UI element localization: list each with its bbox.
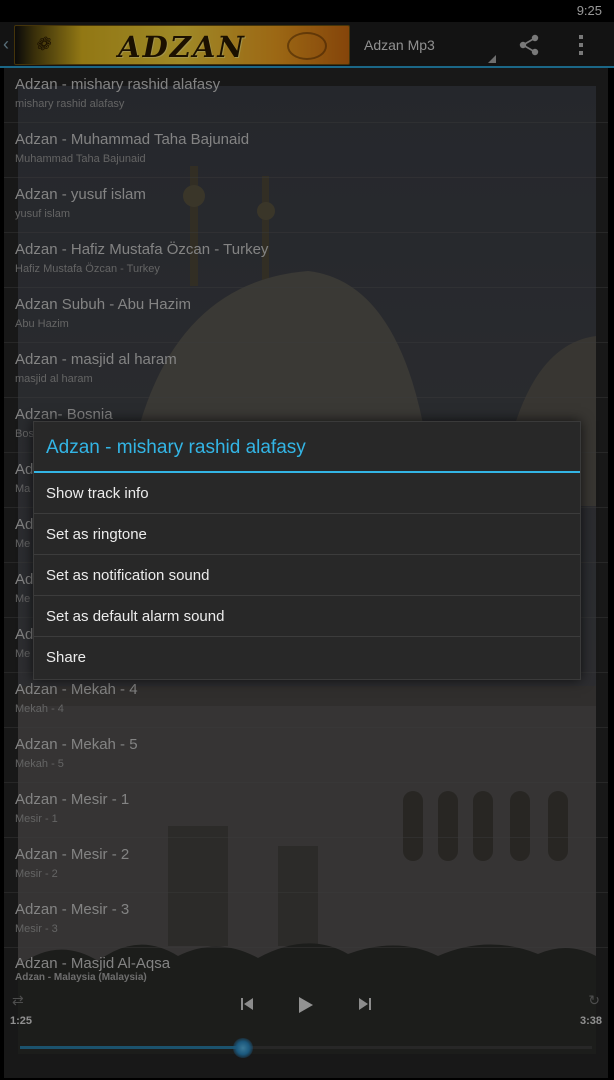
menu-item-show-track-info[interactable]: Show track info: [34, 473, 580, 514]
menu-item-set-ringtone[interactable]: Set as ringtone: [34, 514, 580, 555]
menu-item-set-alarm-sound[interactable]: Set as default alarm sound: [34, 596, 580, 637]
app-root: 9:25 ‹ ❁ ADZAN Adzan Mp3 Adzan - mishary…: [0, 0, 614, 1080]
menu-item-set-notification-sound[interactable]: Set as notification sound: [34, 555, 580, 596]
menu-item-share[interactable]: Share: [34, 637, 580, 678]
dialog-title: Adzan - mishary rashid alafasy: [34, 422, 580, 473]
track-context-dialog: Adzan - mishary rashid alafasy Show trac…: [33, 421, 581, 680]
